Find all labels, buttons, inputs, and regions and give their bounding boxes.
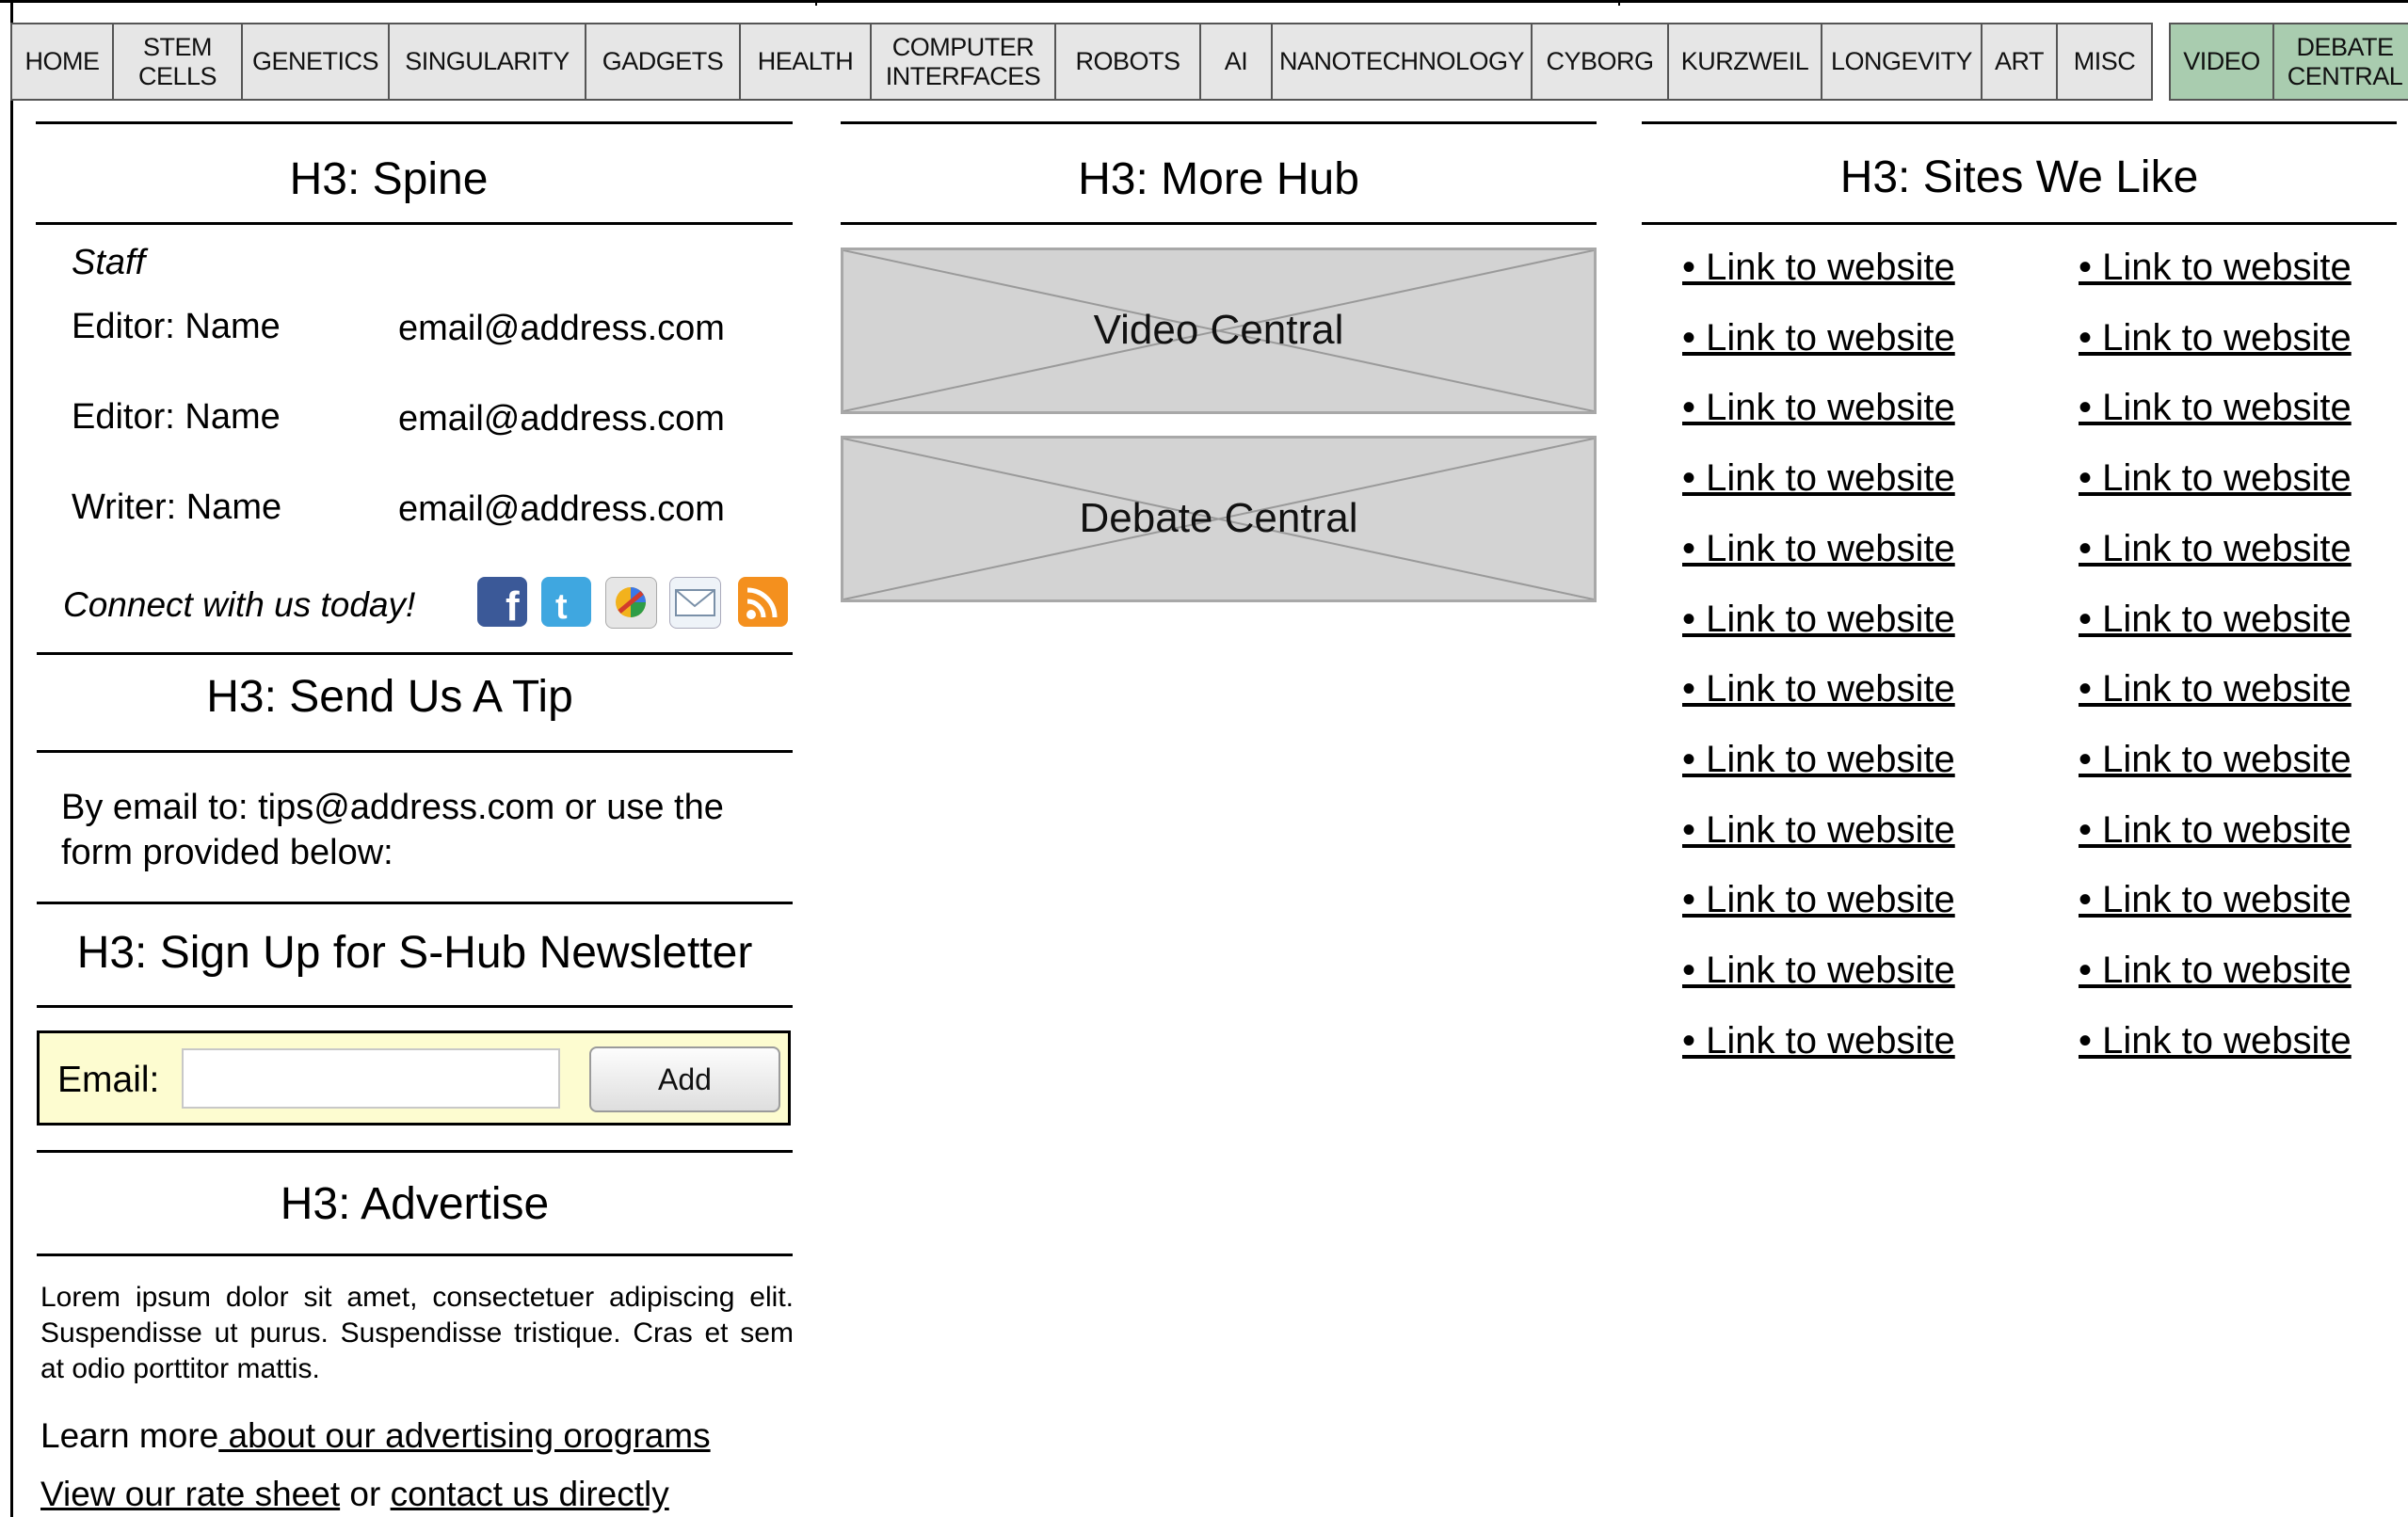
site-link[interactable]: • Link to website	[2079, 599, 2352, 641]
feature-nav: VIDEO DEBATE CENTRAL	[2169, 23, 2408, 101]
divider	[37, 1150, 793, 1153]
facebook-icon[interactable]: f	[477, 577, 527, 630]
site-link[interactable]: • Link to website	[2079, 387, 2352, 429]
nav-item-robots[interactable]: ROBOTS	[1054, 23, 1201, 101]
rate-sheet-link[interactable]: View our rate sheet	[40, 1475, 340, 1513]
top-divider-tick	[815, 0, 817, 6]
divider	[37, 750, 793, 753]
staff-email[interactable]: email@address.com	[398, 399, 725, 439]
divider	[841, 222, 1597, 225]
add-button[interactable]: Add	[589, 1046, 780, 1112]
site-link[interactable]: • Link to website	[2079, 950, 2352, 992]
video-central-label: Video Central	[1093, 307, 1344, 353]
nav-item-debate-central[interactable]: DEBATE CENTRAL	[2272, 23, 2408, 101]
site-link[interactable]: • Link to website	[1682, 950, 1955, 992]
svg-text:t: t	[555, 587, 568, 627]
svg-text:f: f	[506, 583, 520, 627]
site-link[interactable]: • Link to website	[2079, 457, 2352, 500]
staff-email[interactable]: email@address.com	[398, 309, 725, 349]
more-hub-heading: H3: More Hub	[1078, 154, 1359, 204]
site-link[interactable]: • Link to website	[1682, 599, 1955, 641]
site-link[interactable]: • Link to website	[2079, 317, 2352, 359]
tip-text: By email to: tips@address.com or use the…	[61, 788, 724, 872]
debate-central-label: Debate Central	[1079, 495, 1358, 541]
rss-icon[interactable]	[738, 577, 788, 627]
site-link[interactable]: • Link to website	[1682, 809, 1955, 852]
nav-item-video[interactable]: VIDEO	[2169, 23, 2274, 101]
top-border	[0, 0, 2408, 3]
left-border	[10, 0, 13, 1517]
site-link[interactable]: • Link to website	[2079, 879, 2352, 921]
site-link[interactable]: • Link to website	[1682, 387, 1955, 429]
nav-item-cyborg[interactable]: CYBORG	[1531, 23, 1669, 101]
site-link[interactable]: • Link to website	[1682, 739, 1955, 781]
google-buzz-icon[interactable]	[605, 577, 657, 629]
site-link[interactable]: • Link to website	[2079, 247, 2352, 289]
divider	[1642, 222, 2397, 225]
divider	[841, 121, 1597, 124]
divider	[36, 222, 793, 225]
tip-heading: H3: Send Us A Tip	[206, 672, 573, 722]
site-link[interactable]: • Link to website	[1682, 457, 1955, 500]
video-central-tile[interactable]: Video Central	[841, 248, 1597, 414]
rate-line: View our rate sheet or contact us direct…	[40, 1475, 669, 1514]
debate-central-tile[interactable]: Debate Central	[841, 436, 1597, 602]
staff-role: Editor: Name	[72, 397, 281, 437]
nav-item-gadgets[interactable]: GADGETS	[585, 23, 741, 101]
site-link[interactable]: • Link to website	[2079, 668, 2352, 711]
nav-item-home[interactable]: HOME	[10, 23, 114, 101]
main-nav: HOME STEM CELLS GENETICS SINGULARITY GAD…	[10, 23, 2153, 101]
top-divider-tick	[1618, 0, 1620, 6]
twitter-icon[interactable]: t	[541, 577, 591, 627]
advertise-text: Lorem ipsum dolor sit amet, consectetuer…	[40, 1282, 794, 1384]
site-link[interactable]: • Link to website	[2079, 1020, 2352, 1062]
nav-item-kurzweil[interactable]: KURZWEIL	[1667, 23, 1822, 101]
mail-icon[interactable]	[669, 577, 721, 629]
or-text: or	[340, 1475, 391, 1513]
email-label: Email:	[57, 1060, 160, 1100]
newsletter-heading: H3: Sign Up for S-Hub Newsletter	[76, 928, 753, 978]
nav-item-stem-cells[interactable]: STEM CELLS	[112, 23, 243, 101]
nav-item-ai[interactable]: AI	[1199, 23, 1273, 101]
learn-more-prefix: Learn more	[40, 1416, 219, 1455]
nav-item-nanotechnology[interactable]: NANOTECHNOLOGY	[1271, 23, 1533, 101]
site-link[interactable]: • Link to website	[1682, 247, 1955, 289]
sites-heading: H3: Sites We Like	[1839, 152, 2199, 202]
site-link[interactable]: • Link to website	[2079, 739, 2352, 781]
advertise-heading: H3: Advertise	[280, 1179, 550, 1229]
site-link[interactable]: • Link to website	[2079, 528, 2352, 570]
site-link[interactable]: • Link to website	[1682, 528, 1955, 570]
site-link[interactable]: • Link to website	[1682, 317, 1955, 359]
staff-role: Editor: Name	[72, 307, 281, 346]
contact-link[interactable]: contact us directly	[391, 1475, 669, 1513]
site-link[interactable]: • Link to website	[1682, 879, 1955, 921]
divider	[37, 1005, 793, 1008]
nav-item-art[interactable]: ART	[1981, 23, 2058, 101]
divider	[37, 1254, 793, 1256]
connect-text: Connect with us today!	[63, 585, 416, 624]
email-field[interactable]	[182, 1048, 560, 1109]
staff-email[interactable]: email@address.com	[398, 489, 725, 530]
nav-item-computer-interfaces[interactable]: COMPUTER INTERFACES	[870, 23, 1056, 101]
staff-heading: Staff	[72, 243, 146, 282]
nav-item-singularity[interactable]: SINGULARITY	[388, 23, 586, 101]
nav-item-health[interactable]: HEALTH	[739, 23, 872, 101]
nav-item-longevity[interactable]: LONGEVITY	[1821, 23, 1983, 101]
divider	[36, 121, 793, 124]
divider	[37, 902, 793, 904]
site-link[interactable]: • Link to website	[1682, 1020, 1955, 1062]
nav-item-misc[interactable]: MISC	[2056, 23, 2153, 101]
spine-heading: H3: Spine	[289, 154, 489, 204]
nav-item-genetics[interactable]: GENETICS	[241, 23, 390, 101]
staff-role: Writer: Name	[72, 487, 282, 527]
advertising-programs-link[interactable]: about our advertising orograms	[218, 1416, 710, 1455]
site-link[interactable]: • Link to website	[1682, 668, 1955, 711]
divider	[37, 652, 793, 655]
site-link[interactable]: • Link to website	[2079, 809, 2352, 852]
divider	[1642, 121, 2397, 124]
learn-more-line: Learn more about our advertising orogram…	[40, 1416, 711, 1456]
